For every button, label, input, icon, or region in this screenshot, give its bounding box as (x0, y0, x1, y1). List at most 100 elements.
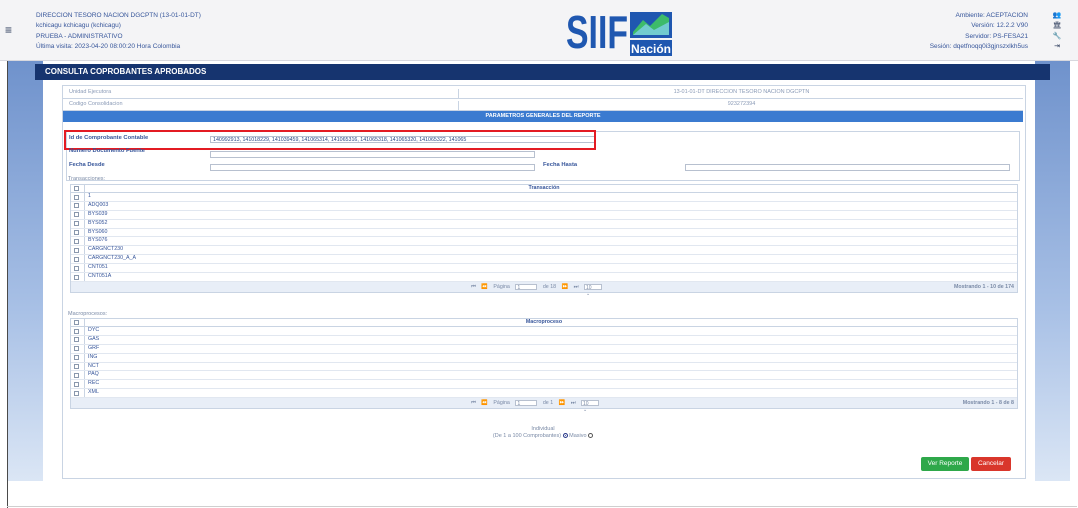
table-row[interactable]: ING (71, 353, 1017, 363)
page-size-select[interactable]: 10 ⌄ (583, 283, 602, 297)
transaccion-column: Transacción (528, 185, 560, 191)
table-row[interactable]: BYS060 (71, 228, 1017, 238)
select-all-checkbox[interactable] (74, 320, 79, 325)
transaccion-cell: BYS060 (88, 228, 108, 235)
bottom-divider (7, 506, 1077, 507)
row-checkbox[interactable] (74, 194, 79, 200)
row-checkbox[interactable] (74, 230, 79, 236)
siif-nacion-logo: SIIF Nación (566, 8, 672, 58)
logo-subtext: Nación (631, 42, 671, 56)
row-checkbox[interactable] (74, 238, 79, 244)
fecha-hasta-input[interactable] (685, 164, 1010, 171)
transacciones-label: Transacciones: (68, 176, 106, 182)
transaccion-cell: BYS076 (88, 237, 108, 244)
cancelar-button[interactable]: Cancelar (971, 457, 1011, 471)
transacciones-pager: ⏮ ⏪ Página 1 de 18 ⏩ ⏭ 10 ⌄ Mostrando 1 … (71, 281, 1017, 297)
codigo-label: Codigo Consolidacion (69, 101, 123, 107)
table-row[interactable]: BYS052 (71, 219, 1017, 229)
transaccion-cell: BYS052 (88, 219, 108, 226)
table-row[interactable]: BYS076 (71, 237, 1017, 247)
last-page-icon[interactable]: ⏭ (574, 284, 579, 290)
macroproceso-column: Macroproceso (525, 319, 563, 325)
page-size-select[interactable]: 10 ⌄ (580, 399, 599, 413)
row-checkbox[interactable] (74, 328, 79, 334)
first-page-icon[interactable]: ⏮ (471, 284, 476, 290)
unidad-label: Unidad Ejecutora (69, 89, 112, 95)
version-line: Versión: 12.2.2 V90 (971, 22, 1028, 30)
last-page-icon[interactable]: ⏭ (571, 400, 576, 406)
prev-page-icon[interactable]: ⏪ (481, 284, 488, 290)
fecha-desde-input[interactable] (210, 164, 535, 171)
params-section-title: PARAMETROS GENERALES DEL REPORTE (63, 111, 1023, 122)
macroproceso-cell: GRF (88, 344, 100, 351)
table-row[interactable]: CARGNCT230_A_A (71, 255, 1017, 265)
macroproceso-cell: DYC (88, 327, 100, 333)
table-row[interactable]: PAQ (71, 371, 1017, 381)
row-checkbox[interactable] (74, 221, 79, 227)
row-checkbox[interactable] (74, 203, 79, 209)
page-of-label: de 1 (542, 400, 554, 407)
table-row[interactable]: XML (71, 389, 1017, 399)
numero-documento-label: Numero Documento Fuente (69, 148, 146, 154)
range-label: (De 1 a 100 Comprobantes) (492, 433, 562, 439)
table-row[interactable]: NCT (71, 362, 1017, 372)
row-checkbox[interactable] (74, 256, 79, 262)
next-page-icon[interactable]: ⏩ (562, 284, 569, 290)
table-row[interactable]: CNT051 (71, 264, 1017, 274)
row-checkbox[interactable] (74, 372, 79, 378)
individual-label: Individual (531, 426, 555, 432)
next-page-icon[interactable]: ⏩ (559, 400, 566, 406)
row-checkbox[interactable] (74, 346, 79, 352)
table-row[interactable]: CARGNCT230 (71, 246, 1017, 256)
wrench-icon[interactable]: 🔧 (1048, 32, 1066, 42)
codigo-row: Codigo Consolidacion 923272394 (63, 98, 1023, 111)
numero-documento-input[interactable] (210, 151, 535, 158)
select-all-checkbox[interactable] (74, 186, 79, 191)
page-input[interactable]: 1 (515, 283, 538, 291)
table-row[interactable]: CNT051A (71, 273, 1017, 282)
bank-icon[interactable]: 🏛 (1048, 21, 1066, 31)
page-input[interactable]: 1 (515, 399, 538, 407)
first-page-icon[interactable]: ⏮ (471, 400, 476, 406)
table-row[interactable]: GAS (71, 335, 1017, 345)
table-row[interactable]: DYC (71, 327, 1017, 336)
page-label: Página (493, 400, 510, 407)
session-line: Sesión: dqetfnoqq0i3gjnszxlkh5us (929, 42, 1028, 50)
individual-radio[interactable] (562, 433, 568, 439)
row-checkbox[interactable] (74, 337, 79, 343)
users-icon[interactable]: 👥 (1048, 11, 1066, 21)
logout-icon[interactable]: ⇥ (1048, 42, 1066, 52)
table-row[interactable]: 1 (71, 193, 1017, 202)
row-checkbox[interactable] (74, 381, 79, 387)
row-checkbox[interactable] (74, 274, 79, 280)
row-checkbox[interactable] (74, 247, 79, 253)
logo-text: SIIF (566, 8, 628, 58)
table-row[interactable]: GRF (71, 344, 1017, 354)
report-form: Unidad Ejecutora 13-01-01-DT DIRECCION T… (62, 85, 1026, 479)
row-checkbox[interactable] (74, 364, 79, 370)
macroprocesos-pager: ⏮ ⏪ Página 1 de 1 ⏩ ⏭ 10 ⌄ Mostrando 1 -… (71, 398, 1017, 413)
masivo-label: Masivo (569, 433, 587, 439)
row-checkbox[interactable] (74, 212, 79, 218)
table-row[interactable]: ADQ003 (71, 201, 1017, 211)
ver-reporte-button[interactable]: Ver Reporte (921, 457, 969, 471)
masivo-radio[interactable] (588, 433, 594, 439)
showing-count: Mostrando 1 - 8 de 8 (962, 400, 1014, 407)
menu-icon[interactable]: ≡ (5, 24, 12, 36)
page-size-value: 10 (582, 400, 589, 407)
macroprocesos-label: Macroprocesos: (68, 311, 108, 317)
macroproceso-cell: REC (88, 380, 100, 387)
entity-line: DIRECCION TESORO NACION DGCPTN (13-01-01… (36, 12, 201, 19)
row-checkbox[interactable] (74, 355, 79, 361)
row-checkbox[interactable] (74, 265, 79, 271)
transaccion-cell: CARGNCT230_A_A (88, 255, 136, 262)
table-row[interactable]: REC (71, 380, 1017, 390)
table-row[interactable]: BYS039 (71, 210, 1017, 220)
prev-page-icon[interactable]: ⏪ (481, 400, 488, 406)
macroproceso-cell: PAQ (88, 371, 99, 378)
server-line: Servidor: PS-FESA21 (965, 32, 1028, 40)
environment-info: Ambiente: ACEPTACION Versión: 12.2.2 V90… (930, 11, 1028, 52)
row-checkbox[interactable] (74, 390, 79, 396)
left-gradient-panel (8, 61, 43, 481)
transacciones-header: Transacción (71, 185, 1017, 193)
